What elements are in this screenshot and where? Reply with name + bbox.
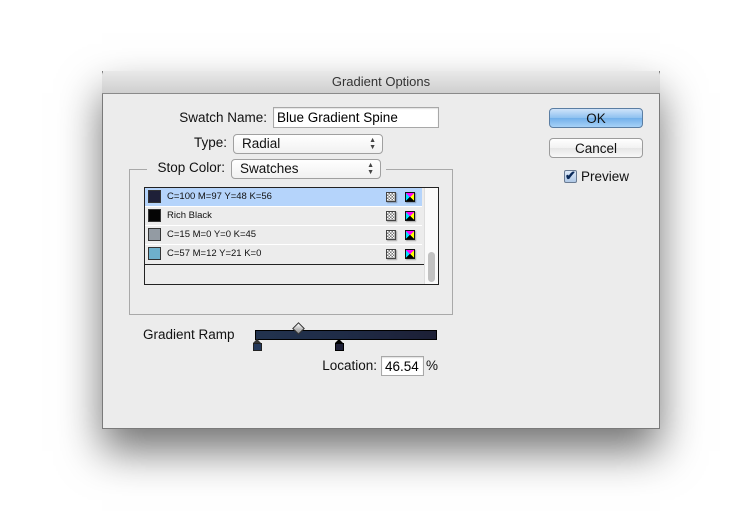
process-color-icon (386, 249, 396, 259)
location-input[interactable]: 46.54 (381, 356, 424, 376)
gradient-stop-selected[interactable] (335, 339, 344, 351)
stop-color-label: Stop Color: (157, 160, 225, 175)
swatch-list[interactable]: C=100 M=97 Y=48 K=56 Rich Black C=15 M=0… (144, 187, 439, 285)
process-color-icon (386, 211, 396, 221)
process-color-icon (386, 230, 396, 240)
cmyk-icon (405, 211, 415, 221)
swatch-list-item[interactable]: C=100 M=97 Y=48 K=56 (145, 188, 422, 206)
dialog-title: Gradient Options (102, 71, 660, 94)
swatch-color-chip (148, 190, 161, 203)
cancel-button[interactable]: Cancel (549, 138, 643, 158)
cmyk-icon (405, 192, 415, 202)
location-label: Location: (322, 358, 377, 373)
stop-color-select-value: Swatches (240, 161, 299, 176)
stop-color-box (253, 343, 262, 351)
swatch-name: C=57 M=12 Y=21 K=0 (167, 248, 262, 259)
swatch-name: Rich Black (167, 210, 212, 221)
location-unit: % (426, 358, 439, 373)
preview-label[interactable]: Preview (581, 169, 629, 184)
swatch-color-chip (148, 209, 161, 222)
swatch-color-chip (148, 228, 161, 241)
stop-color-select[interactable]: Swatches ▲ ▼ (231, 159, 381, 179)
gradient-options-dialog: Gradient Options Swatch Name: Blue Gradi… (102, 71, 660, 429)
cmyk-icon (405, 249, 415, 259)
process-color-icon (386, 192, 396, 202)
swatch-name: C=15 M=0 Y=0 K=45 (167, 229, 257, 240)
preview-checkbox[interactable]: ✔ (564, 169, 577, 183)
gradient-ramp[interactable] (255, 330, 437, 340)
scrollbar-thumb[interactable] (428, 252, 435, 282)
ok-button[interactable]: OK (549, 108, 643, 128)
gradient-stop-start[interactable] (253, 339, 262, 351)
stop-color-box (335, 343, 344, 351)
swatch-name: C=100 M=97 Y=48 K=56 (167, 191, 272, 202)
swatch-name-input[interactable]: Blue Gradient Spine (273, 107, 439, 128)
gradient-ramp-label: Gradient Ramp (143, 327, 235, 342)
select-arrows-icon: ▲ ▼ (367, 162, 374, 176)
select-arrows-icon: ▲ ▼ (369, 137, 376, 151)
swatch-color-chip (148, 247, 161, 260)
swatch-name-label: Swatch Name: (179, 110, 267, 125)
type-select[interactable]: Radial ▲ ▼ (233, 134, 383, 154)
swatch-list-item[interactable]: C=15 M=0 Y=0 K=45 (145, 226, 422, 244)
list-end-divider (145, 264, 426, 265)
type-label: Type: (193, 135, 227, 150)
type-select-value: Radial (242, 136, 281, 151)
swatch-list-item[interactable]: C=57 M=12 Y=21 K=0 (145, 245, 422, 263)
swatch-list-item[interactable]: Rich Black (145, 207, 422, 225)
swatch-list-scrollbar[interactable] (424, 188, 438, 284)
cmyk-icon (405, 230, 415, 240)
